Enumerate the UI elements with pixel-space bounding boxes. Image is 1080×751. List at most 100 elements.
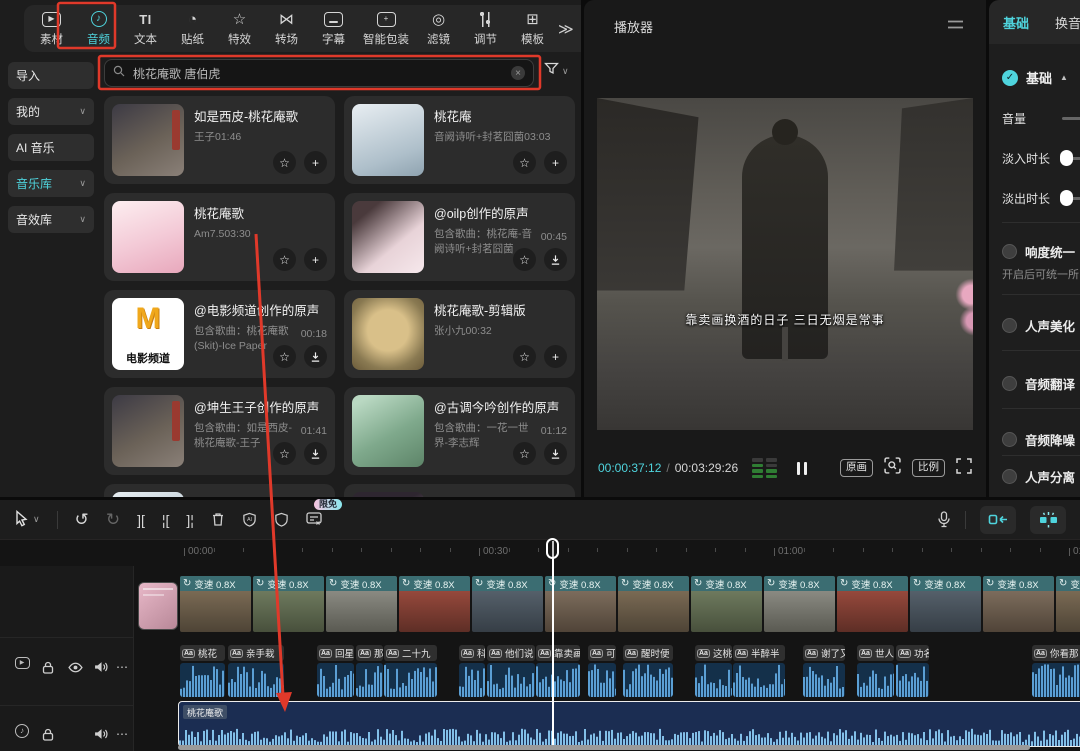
music-card[interactable]: @坤生王子创作的原声包含歌曲：如是西皮-桃花庵歌-王子01:41☆	[104, 387, 335, 475]
video-clip[interactable]: ↻变速 0.8X	[1056, 576, 1080, 632]
speaker-icon[interactable]	[92, 724, 109, 744]
undo-button[interactable]: ↺	[75, 511, 89, 528]
speaker-icon[interactable]	[92, 657, 109, 677]
slider-handle[interactable]	[1060, 190, 1073, 206]
toggle-loudness-unify[interactable]	[1002, 244, 1017, 259]
tab-audio[interactable]: ♪音频	[75, 10, 122, 47]
music-card[interactable]: 桃花庵歌Am7.503:30☆+	[104, 193, 335, 281]
snap-toggle-button[interactable]	[980, 506, 1016, 534]
eye-icon[interactable]	[66, 657, 84, 677]
tab-effects[interactable]: ☆特效	[216, 10, 263, 47]
toggle-vocal-separate[interactable]	[1002, 469, 1017, 484]
add-to-track-icon[interactable]: +	[304, 151, 327, 174]
record-mic-button[interactable]	[937, 511, 951, 528]
pause-button[interactable]	[797, 462, 807, 475]
tab-basic[interactable]: 基础	[1003, 13, 1029, 32]
download-icon[interactable]	[304, 442, 327, 465]
video-clip[interactable]: ↻变速 0.8X	[691, 576, 762, 632]
subtitle-clip[interactable]: Aa谢了又	[803, 645, 845, 697]
subtitle-clip[interactable]: Aa可	[588, 645, 616, 697]
subtitle-clip[interactable]: Aa你看那	[1032, 645, 1080, 697]
favorite-star-icon[interactable]: ☆	[513, 442, 536, 465]
select-cursor-button[interactable]: ∨	[14, 510, 40, 529]
search-input[interactable]	[131, 65, 505, 81]
music-card[interactable]: 桃花庵歌-剪辑版张小九00:32☆+	[344, 290, 575, 378]
music-card[interactable]: 如是西皮-桃花庵歌王子01:46☆+	[104, 96, 335, 184]
subtitle-clip[interactable]: Aa二十九	[384, 645, 437, 697]
more-options-icon[interactable]: ⋯	[114, 657, 130, 677]
lock-icon[interactable]	[40, 724, 56, 744]
music-card[interactable]: @古调今吟创作的原声包含歌曲：一花一世界-李志辉01:12☆	[344, 387, 575, 475]
video-clip[interactable]: ↻变速 0.8X	[764, 576, 835, 632]
music-card[interactable]: 桃花庵音阙诗听+封茗囧菌03:03☆+	[344, 96, 575, 184]
tab-transition[interactable]: ⋈转场	[263, 10, 310, 47]
playhead-handle[interactable]	[546, 538, 559, 559]
video-clip[interactable]: ↻变速 0.8X	[180, 576, 251, 632]
mask-button[interactable]	[274, 512, 289, 528]
aspect-ratio-button[interactable]: 比例	[912, 459, 945, 478]
music-card[interactable]: 桃花庵~☆+	[104, 484, 335, 497]
slider-track-fade-out[interactable]	[1062, 197, 1080, 200]
video-clip[interactable]: ↻变速 0.8X	[399, 576, 470, 632]
toggle-audio-translate[interactable]	[1002, 376, 1017, 391]
player-menu-icon[interactable]	[947, 17, 964, 35]
music-card[interactable]: @唐伯虎Annie创作的原声☆	[344, 484, 575, 497]
favorite-star-icon[interactable]: ☆	[273, 442, 296, 465]
subtitle-clip[interactable]: Aa世人	[857, 645, 894, 697]
favorite-star-icon[interactable]: ☆	[513, 151, 536, 174]
subtitle-clip[interactable]: Aa功名	[896, 645, 929, 697]
favorite-star-icon[interactable]: ☆	[513, 345, 536, 368]
subtitle-clip[interactable]: Aa半醉半	[733, 645, 785, 697]
tab-text[interactable]: TI文本	[122, 10, 169, 47]
favorite-star-icon[interactable]: ☆	[513, 248, 536, 271]
subtitle-clip[interactable]: Aa桃花	[180, 645, 225, 697]
track-cover-thumbnail[interactable]	[138, 582, 178, 630]
more-options-icon[interactable]: ⋯	[114, 724, 130, 744]
clear-search-icon[interactable]: ×	[511, 66, 525, 80]
fullscreen-icon[interactable]	[956, 458, 972, 479]
delete-right-button[interactable]: ]¦	[186, 513, 194, 527]
subtitle-clip[interactable]: Aa醒时便	[623, 645, 673, 697]
focus-zoom-icon[interactable]	[884, 457, 901, 479]
favorite-star-icon[interactable]: ☆	[273, 345, 296, 368]
tab-media[interactable]: ▶素材	[28, 10, 75, 47]
slider-track-fade-in[interactable]	[1062, 157, 1080, 160]
redo-button[interactable]: ↻	[106, 511, 120, 528]
slider-track-volume[interactable]	[1062, 117, 1080, 120]
video-clip[interactable]: ↻变速 0.8X	[253, 576, 324, 632]
sidebar-item-music-library[interactable]: 音乐库∨	[8, 170, 94, 197]
delete-left-button[interactable]: ¦[	[162, 513, 170, 527]
toggle-vocal-beautify[interactable]	[1002, 318, 1017, 333]
tab-smart-package[interactable]: +智能包装	[357, 10, 415, 47]
tab-sticker[interactable]: ◔贴纸	[169, 10, 216, 47]
toggle-audio-denoise[interactable]	[1002, 432, 1017, 447]
sidebar-item-sound-effects[interactable]: 音效库∨	[8, 206, 94, 233]
lyrics-recognition-button[interactable]: 限免	[306, 511, 322, 528]
tab-template[interactable]: ⊞模板	[509, 10, 556, 47]
video-clip[interactable]: ↻变速 0.8X	[983, 576, 1054, 632]
timeline-ruler[interactable]: 00:0000:3001:0001:30	[0, 540, 1080, 566]
checkbox-checked-icon[interactable]: ✓	[1002, 70, 1018, 86]
favorite-star-icon[interactable]: ☆	[273, 248, 296, 271]
preview-axis-button[interactable]	[1030, 506, 1066, 534]
subtitle-clip[interactable]: Aa回星	[317, 645, 354, 697]
playhead[interactable]	[552, 541, 554, 747]
filter-sort-button[interactable]: ∨	[544, 62, 569, 80]
subtitle-clip[interactable]: Aa那	[356, 645, 383, 697]
tab-filter[interactable]: ◎滤镜	[415, 10, 462, 47]
favorite-star-icon[interactable]: ☆	[273, 151, 296, 174]
horizontal-scrollbar[interactable]	[178, 745, 1030, 750]
expand-tabs-icon[interactable]: ≫	[558, 20, 574, 38]
basic-section-header[interactable]: ✓ 基础 ▲	[1002, 68, 1068, 87]
original-quality-button[interactable]: 原画	[840, 459, 873, 478]
search-bar[interactable]: ×	[104, 59, 534, 87]
music-card[interactable]: @oilp创作的原声包含歌曲：桃花庵-音阙诗听+封茗囧菌00:45☆	[344, 193, 575, 281]
add-to-track-icon[interactable]: +	[544, 345, 567, 368]
subtitle-clip[interactable]: Aa亲手栽	[228, 645, 284, 697]
download-icon[interactable]	[304, 345, 327, 368]
music-clip[interactable]: 桃花庵歌	[178, 701, 1080, 747]
sidebar-item-ai-music[interactable]: AI 音乐	[8, 134, 94, 161]
lock-icon[interactable]	[40, 657, 56, 677]
tab-voice-change[interactable]: 换音色	[1055, 13, 1080, 32]
subtitle-clip[interactable]: Aa科	[459, 645, 485, 697]
